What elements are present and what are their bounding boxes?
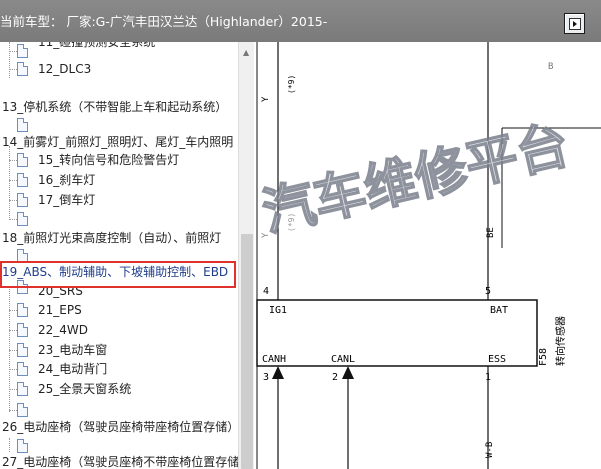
wire-label-wb: W-B bbox=[485, 442, 495, 458]
tree-item-label: 16_刹车灯 bbox=[38, 173, 96, 187]
tree-item-label: 25_全景天窗系统 bbox=[38, 382, 132, 396]
document-icon bbox=[17, 439, 28, 453]
pin-3: 3 bbox=[263, 372, 269, 383]
tree-item-label: 23_电动车窗 bbox=[38, 343, 108, 357]
tree-item-label: 27_电动座椅（驾驶员座椅不带座椅位置存储） bbox=[2, 455, 238, 469]
document-icon bbox=[17, 362, 28, 376]
tree-item-17-page[interactable] bbox=[0, 210, 40, 228]
tree-item-18[interactable]: 18_前照灯光束高度控制（自动）、前照灯 bbox=[0, 229, 238, 247]
pin-4: 4 bbox=[263, 286, 269, 297]
tree-item-label: 14_前雾灯_前照灯_照明灯、尾灯_车内照明 bbox=[2, 135, 234, 149]
tree-item-13[interactable]: 13_停机系统（不带智能上车和起动系统） bbox=[0, 98, 238, 116]
current-model-title: 当前车型： 厂家:G-广汽丰田汉兰达（Highlander）2015- bbox=[0, 14, 328, 29]
document-icon bbox=[17, 303, 28, 317]
pin-canl: CANL bbox=[331, 354, 355, 365]
title-bar: 当前车型： 厂家:G-广汽丰田汉兰达（Highlander）2015- bbox=[0, 0, 601, 42]
connector-id: F58 bbox=[538, 348, 549, 366]
wire-label-y: Y bbox=[261, 96, 271, 102]
panel-toggle-icon bbox=[569, 18, 581, 30]
watermark-text: 汽车维修平台 bbox=[257, 114, 575, 244]
tree-item-label: 13_停机系统（不带智能上车和起动系统） bbox=[2, 100, 228, 114]
pin-ess: ESS bbox=[488, 354, 506, 365]
document-icon bbox=[17, 44, 28, 58]
pin-ig1: IG1 bbox=[269, 305, 287, 316]
tree-item-label: 24_电动背门 bbox=[38, 362, 108, 376]
pin-canh: CANH bbox=[262, 354, 286, 365]
tree-item-14[interactable]: 14_前雾灯_前照灯_照明灯、尾灯_车内照明 bbox=[0, 133, 238, 151]
tree-item-label: 22_4WD bbox=[38, 323, 89, 337]
tree-item-label: 21_EPS bbox=[38, 303, 82, 317]
document-icon bbox=[17, 382, 28, 396]
document-icon bbox=[17, 343, 28, 357]
scrollbar-thumb[interactable] bbox=[241, 234, 253, 469]
tree-item-label: 15_转向信号和危险警告灯 bbox=[38, 153, 180, 167]
tree-item-25[interactable]: 25_全景天窗系统 bbox=[0, 380, 238, 398]
tree-item-11[interactable]: 11_碰撞预测安全系统 bbox=[0, 42, 238, 60]
pin-bat: BAT bbox=[490, 305, 508, 316]
tree-item-24[interactable]: 24_电动背门 bbox=[0, 360, 238, 378]
document-icon bbox=[17, 212, 28, 226]
document-icon bbox=[17, 173, 28, 187]
tree-item-label: 12_DLC3 bbox=[38, 62, 92, 76]
document-icon bbox=[17, 153, 28, 167]
tree-item-16[interactable]: 16_刹车灯 bbox=[0, 171, 238, 189]
tree-item-13-page[interactable] bbox=[0, 116, 40, 134]
document-icon bbox=[17, 403, 28, 417]
tree-item-12[interactable]: 12_DLC3 bbox=[0, 60, 238, 78]
tree-item-label: 18_前照灯光束高度控制（自动）、前照灯 bbox=[2, 231, 222, 245]
wiring-diagram-tree: 11_碰撞预测安全系统 12_DLC3 13_停机系统（不带智能上车和起动系统）… bbox=[0, 42, 238, 469]
document-icon bbox=[17, 193, 28, 207]
tree-item-26[interactable]: 26_电动座椅（驾驶员座椅带座椅位置存储） bbox=[0, 418, 238, 436]
wiring-diagram-view[interactable]: Y (*9) Y (*9) BE B 4 5 IG1 BAT CANH CANL… bbox=[254, 42, 601, 469]
scroll-up-icon[interactable]: ▲ bbox=[243, 48, 249, 57]
document-icon bbox=[17, 323, 28, 337]
label-b: B bbox=[548, 62, 553, 72]
wire-note: (*9) bbox=[287, 75, 296, 94]
wire-label-be: BE bbox=[486, 227, 496, 238]
tree-item-label: 11_碰撞预测安全系统 bbox=[38, 42, 156, 49]
tree-item-15[interactable]: 15_转向信号和危险警告灯 bbox=[0, 151, 238, 169]
tree-item-17[interactable]: 17_倒车灯 bbox=[0, 191, 238, 209]
tree-item-23[interactable]: 23_电动车窗 bbox=[0, 341, 238, 359]
tree-item-20[interactable]: 20_SRS bbox=[0, 282, 238, 300]
pin-5: 5 bbox=[485, 286, 491, 297]
tree-item-27[interactable]: 27_电动座椅（驾驶员座椅不带座椅位置存储） bbox=[0, 453, 238, 469]
tree-scrollbar[interactable]: ▲ bbox=[238, 42, 254, 469]
tree-item-21[interactable]: 21_EPS bbox=[0, 301, 238, 319]
sensor-name: 转向传感器 bbox=[554, 316, 567, 366]
panel-toggle-button[interactable] bbox=[564, 13, 585, 34]
document-icon bbox=[17, 118, 28, 132]
terminal-arrow bbox=[342, 366, 354, 379]
tree-item-label: 20_SRS bbox=[38, 284, 83, 298]
terminal-arrow bbox=[272, 366, 284, 379]
pin-1: 1 bbox=[485, 372, 491, 383]
tree-item-label: 17_倒车灯 bbox=[38, 193, 96, 207]
document-icon bbox=[17, 249, 28, 263]
tree-item-22[interactable]: 22_4WD bbox=[0, 321, 238, 339]
wiring-diagram-svg: Y (*9) Y (*9) BE B 4 5 IG1 BAT CANH CANL… bbox=[256, 42, 601, 469]
pin-2: 2 bbox=[332, 372, 338, 383]
document-icon bbox=[17, 62, 28, 76]
tree-item-25-page[interactable] bbox=[0, 401, 40, 419]
tree-item-label: 26_电动座椅（驾驶员座椅带座椅位置存储） bbox=[2, 420, 238, 434]
